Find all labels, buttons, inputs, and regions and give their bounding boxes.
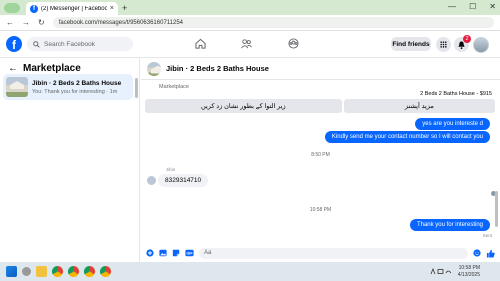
search-icon [33, 40, 40, 48]
messenger-favicon-icon: f [30, 4, 38, 13]
listing-thumbnail [6, 77, 28, 97]
conversation-preview: You: Thank you for interesting · 1m [32, 88, 118, 95]
friends-icon[interactable] [241, 38, 252, 49]
conversation-item[interactable]: Jibin · 2 Beds 2 Baths House You: Thank … [3, 74, 133, 100]
new-tab-button[interactable]: + [122, 3, 127, 13]
sender-name: Jibin [166, 167, 176, 172]
chat-avatar[interactable] [147, 61, 161, 76]
message-incoming: 8329314710 [158, 174, 209, 187]
chrome-icon[interactable] [68, 266, 79, 277]
clock-time: 10:58 PM [458, 265, 480, 271]
chrome-icon[interactable] [84, 266, 95, 277]
plus-icon[interactable] [146, 249, 154, 257]
chrome-icon[interactable] [52, 266, 63, 277]
quick-actions: زیر التوا کے بطور نشان زد کریں مزید آپشن… [145, 99, 495, 113]
home-icon[interactable] [195, 38, 206, 49]
system-clock[interactable]: 10:58 PM 4/13/2025 [458, 265, 480, 278]
url-text: facebook.com/messages/t/9560636160711254 [58, 19, 184, 26]
notification-badge: 2 [463, 35, 471, 43]
back-icon[interactable]: ← [6, 18, 14, 27]
emoji-icon[interactable] [473, 249, 481, 257]
chat-scrollbar[interactable] [495, 191, 498, 227]
inbox-scrollbar[interactable] [135, 78, 138, 98]
url-field[interactable]: facebook.com/messages/t/9560636160711254 [52, 17, 494, 28]
message-outgoing: Thank you for interesting [409, 219, 490, 231]
facebook-header: f Search Facebook Find friends 2 [0, 31, 500, 58]
address-bar-row: ← → ↻ facebook.com/messages/t/9560636160… [0, 15, 500, 31]
chrome-icon[interactable] [100, 266, 111, 277]
svg-text:GIF: GIF [186, 251, 193, 255]
tab-close-icon[interactable]: × [110, 5, 114, 12]
groups-icon[interactable] [288, 38, 299, 49]
windows-start-icon[interactable] [6, 266, 17, 277]
forward-icon[interactable]: → [22, 18, 30, 27]
file-explorer-icon[interactable] [36, 266, 47, 277]
listing-title: 2 Beds 2 Baths House - $915 [420, 91, 492, 97]
message-status: Sent [482, 233, 492, 238]
sender-avatar[interactable] [147, 176, 156, 185]
image-icon[interactable] [159, 249, 167, 257]
message-outgoing: Kindly send me your contact number so I … [324, 131, 490, 143]
like-icon[interactable] [486, 249, 495, 258]
browser-tab[interactable]: f (2) Messenger | Facebook × [26, 2, 118, 15]
conversation-name: Jibin · 2 Beds 2 Baths House [32, 79, 122, 87]
clock-date: 4/13/2025 [457, 271, 480, 278]
window-close-icon[interactable]: ✕ [489, 2, 496, 11]
timestamp: 10:58 PM [309, 207, 332, 213]
chat-title[interactable]: Jibin · 2 Beds 2 Baths House [166, 64, 269, 73]
taskbar-search-icon[interactable] [22, 267, 31, 276]
message-outgoing: yes are you intereste d [415, 118, 490, 130]
search-placeholder: Search Facebook [44, 40, 95, 48]
windows-taskbar: 10:58 PM 4/13/2025 [0, 262, 500, 281]
minimize-icon[interactable]: — [448, 2, 456, 11]
browser-profile-icon[interactable] [4, 3, 20, 13]
message-composer: GIF Aa [141, 245, 500, 261]
reload-icon[interactable]: ↻ [38, 18, 45, 27]
tab-title: (2) Messenger | Facebook [41, 5, 107, 12]
marketplace-listing-banner[interactable]: Marketplace 2 Beds 2 Baths House - $915 [147, 84, 492, 97]
marketplace-header: ← Marketplace [8, 63, 81, 74]
menu-grid-icon[interactable] [436, 37, 451, 52]
find-friends-button[interactable]: Find friends [391, 37, 431, 51]
browser-tab-strip: f (2) Messenger | Facebook × + — ☐ ✕ [0, 0, 500, 15]
gif-icon[interactable]: GIF [185, 249, 194, 257]
chat-header: Jibin · 2 Beds 2 Baths House [141, 58, 500, 80]
system-tray-icons[interactable] [430, 268, 452, 275]
maximize-icon[interactable]: ☐ [469, 2, 476, 11]
search-input[interactable]: Search Facebook [27, 37, 133, 51]
marketplace-label: Marketplace [159, 84, 189, 90]
message-input[interactable]: Aa [199, 247, 468, 259]
facebook-logo-icon[interactable]: f [6, 36, 22, 52]
message-placeholder: Aa [204, 250, 212, 256]
chat-panel: Jibin · 2 Beds 2 Baths House Marketplace… [141, 58, 500, 262]
panel-title: Marketplace [23, 63, 81, 74]
mark-pending-button[interactable]: زیر التوا کے بطور نشان زد کریں [145, 99, 342, 113]
account-avatar[interactable] [473, 37, 489, 53]
marketplace-inbox-panel: ← Marketplace Jibin · 2 Beds 2 Baths Hou… [0, 58, 140, 262]
timestamp: 8:50 PM [311, 152, 330, 158]
sticker-icon[interactable] [172, 249, 180, 257]
more-options-button[interactable]: مزید آپشنز [343, 99, 495, 113]
back-arrow-icon[interactable]: ← [8, 63, 18, 74]
